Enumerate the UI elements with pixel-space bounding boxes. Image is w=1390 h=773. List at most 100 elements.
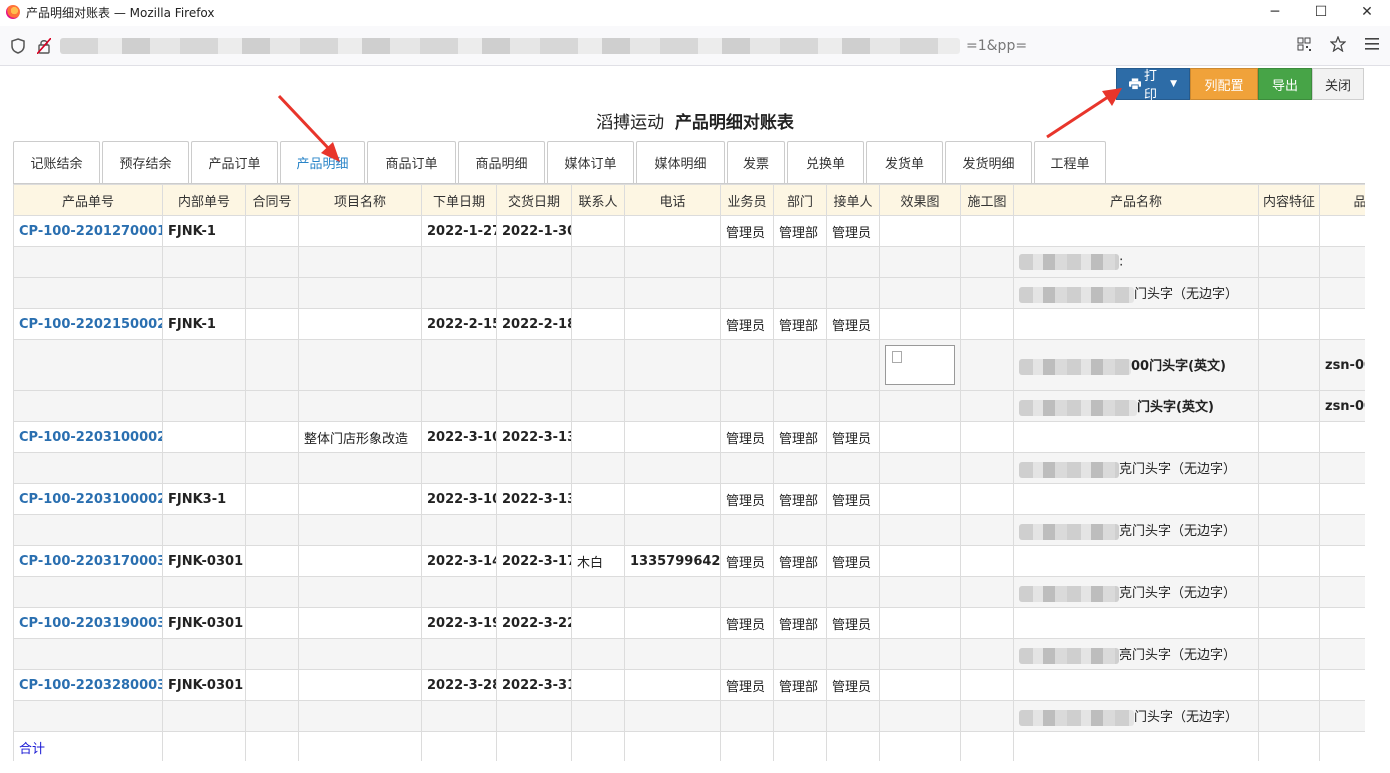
table-cell: [773, 339, 827, 391]
table-cell[interactable]: [13, 277, 163, 309]
table-row[interactable]: 克门头字（无边字）: [13, 576, 1365, 608]
hamburger-menu-icon[interactable]: [1364, 36, 1380, 52]
table-row[interactable]: CP-100-22032800034 FJNK-0301 2022-3-28 2022…: [13, 669, 1365, 701]
tab-6[interactable]: 媒体订单: [547, 141, 634, 183]
close-window-button[interactable]: ✕: [1344, 0, 1390, 24]
table-row[interactable]: 门头字(英文) zsn-00: [13, 390, 1365, 422]
table-cell[interactable]: [13, 514, 163, 546]
tab-11[interactable]: 发货明细: [945, 141, 1032, 183]
column-header[interactable]: 内容特征: [1258, 184, 1320, 216]
column-header[interactable]: 业务员: [720, 184, 774, 216]
tab-2[interactable]: 产品订单: [191, 141, 278, 183]
maximize-button[interactable]: ☐: [1298, 0, 1344, 24]
qr-code-icon[interactable]: [1296, 36, 1312, 52]
table-cell[interactable]: [13, 390, 163, 422]
tab-12[interactable]: 工程单: [1034, 141, 1106, 183]
table-cell[interactable]: CP-100-22031000029: [13, 483, 163, 515]
column-header[interactable]: 合同号: [245, 184, 299, 216]
report-table-container[interactable]: 产品单号 内部单号 合同号 项目名称 下单日期 交货日期 联系人 电话 业务员 部门 接单人 效果图施…: [13, 183, 1365, 761]
column-header[interactable]: 交货日期: [496, 184, 572, 216]
column-header[interactable]: 产品单号: [13, 184, 163, 216]
table-cell: [1319, 308, 1365, 340]
table-cell[interactable]: [13, 576, 163, 608]
effect-image-thumbnail[interactable]: [885, 345, 955, 385]
column-header[interactable]: 施工图: [960, 184, 1014, 216]
close-button[interactable]: 关闭: [1312, 68, 1364, 100]
table-cell: [298, 514, 422, 546]
column-header[interactable]: 下单日期: [421, 184, 497, 216]
table-cell[interactable]: CP-100-22031700031: [13, 545, 163, 577]
table-cell: 2022-1-30: [496, 215, 572, 247]
table-cell: [162, 452, 246, 484]
table-cell: [720, 576, 774, 608]
bookmark-star-icon[interactable]: [1330, 36, 1346, 52]
tab-1[interactable]: 预存结余: [102, 141, 189, 183]
shield-icon[interactable]: [10, 38, 26, 54]
table-row[interactable]: CP-100-22031000029 FJNK3-1 2022-3-10 2022-3…: [13, 483, 1365, 515]
table-cell[interactable]: [13, 638, 163, 670]
table-cell: [773, 246, 827, 278]
table-cell: [1319, 669, 1365, 701]
tab-4[interactable]: 商品订单: [367, 141, 456, 183]
table-cell[interactable]: [13, 339, 163, 391]
column-header[interactable]: 内部单号: [162, 184, 246, 216]
table-row[interactable]: 门头字（无边字）: [13, 700, 1365, 732]
insecure-lock-icon[interactable]: [36, 38, 52, 54]
table-cell: 2022-3-14: [421, 545, 497, 577]
table-cell[interactable]: CP-100-22021500020: [13, 308, 163, 340]
product-name: 门头字(英文): [1137, 400, 1214, 416]
tab-8[interactable]: 发票: [727, 141, 785, 183]
column-header[interactable]: 电话: [624, 184, 721, 216]
url-field[interactable]: =1&pp=: [60, 34, 1280, 58]
tab-9[interactable]: 兑换单: [787, 141, 864, 183]
table-row[interactable]: CP-100-22012700016 FJNK-1 2022-1-27 2022-1-…: [13, 215, 1365, 247]
table-cell[interactable]: CP-100-22032800034: [13, 669, 163, 701]
table-row[interactable]: CP-100-22031000028 整体门店形象改造 2022-3-10 2022-…: [13, 421, 1365, 453]
print-button[interactable]: 打印 ▼: [1116, 68, 1190, 103]
table-row[interactable]: CP-100-22031900032 FJNK-0301 2022-3-19 2022…: [13, 607, 1365, 639]
export-button[interactable]: 导出: [1258, 68, 1312, 100]
tab-7[interactable]: 媒体明细: [636, 141, 725, 183]
table-row[interactable]: CP-100-22031700031 FJNK-0301 2022-3-14 2022…: [13, 545, 1365, 577]
table-cell[interactable]: CP-100-22031000028: [13, 421, 163, 453]
table-cell: [879, 483, 961, 515]
table-cell[interactable]: CP-100-22031900032: [13, 607, 163, 639]
table-row[interactable]: 亮门头字（无边字）: [13, 638, 1365, 670]
table-cell: [624, 308, 721, 340]
table-cell[interactable]: [13, 246, 163, 278]
table-cell: [1013, 483, 1259, 515]
column-header[interactable]: 接单人: [826, 184, 880, 216]
table-cell: [826, 452, 880, 484]
minimize-button[interactable]: ─: [1252, 0, 1298, 24]
column-header[interactable]: 部门: [773, 184, 827, 216]
column-header[interactable]: 产品名称: [1013, 184, 1259, 216]
column-header[interactable]: 联系人: [571, 184, 625, 216]
table-cell: [960, 246, 1014, 278]
table-cell[interactable]: [13, 452, 163, 484]
table-cell: [720, 514, 774, 546]
table-row[interactable]: 克门头字（无边字）: [13, 452, 1365, 484]
column-header[interactable]: 效果图: [879, 184, 961, 216]
column-header[interactable]: 项目名称: [298, 184, 422, 216]
table-row[interactable]: 克门头字（无边字）: [13, 514, 1365, 546]
table-cell: [1258, 607, 1320, 639]
column-header[interactable]: 品牌: [1319, 184, 1365, 216]
table-cell: [624, 638, 721, 670]
table-cell: 2022-3-28: [421, 669, 497, 701]
table-cell: 13357996428: [624, 545, 721, 577]
firefox-logo-icon: [6, 5, 20, 19]
tab-3[interactable]: 产品明细: [280, 141, 365, 183]
table-cell[interactable]: [13, 700, 163, 732]
table-row[interactable]: 00门头字(英文) zsn-00: [13, 339, 1365, 391]
tab-0[interactable]: 记账结余: [13, 141, 100, 183]
table-row[interactable]: 门头字（无边字）: [13, 277, 1365, 309]
column-config-button[interactable]: 列配置: [1190, 68, 1258, 100]
table-cell: [720, 731, 774, 761]
table-row[interactable]: :: [13, 246, 1365, 278]
table-cell: [773, 638, 827, 670]
tab-5[interactable]: 商品明细: [458, 141, 545, 183]
table-cell: 管理员: [720, 545, 774, 577]
table-cell[interactable]: CP-100-22012700016: [13, 215, 163, 247]
tab-10[interactable]: 发货单: [866, 141, 943, 183]
table-row[interactable]: CP-100-22021500020 FJNK-1 2022-2-15 2022-2-…: [13, 308, 1365, 340]
